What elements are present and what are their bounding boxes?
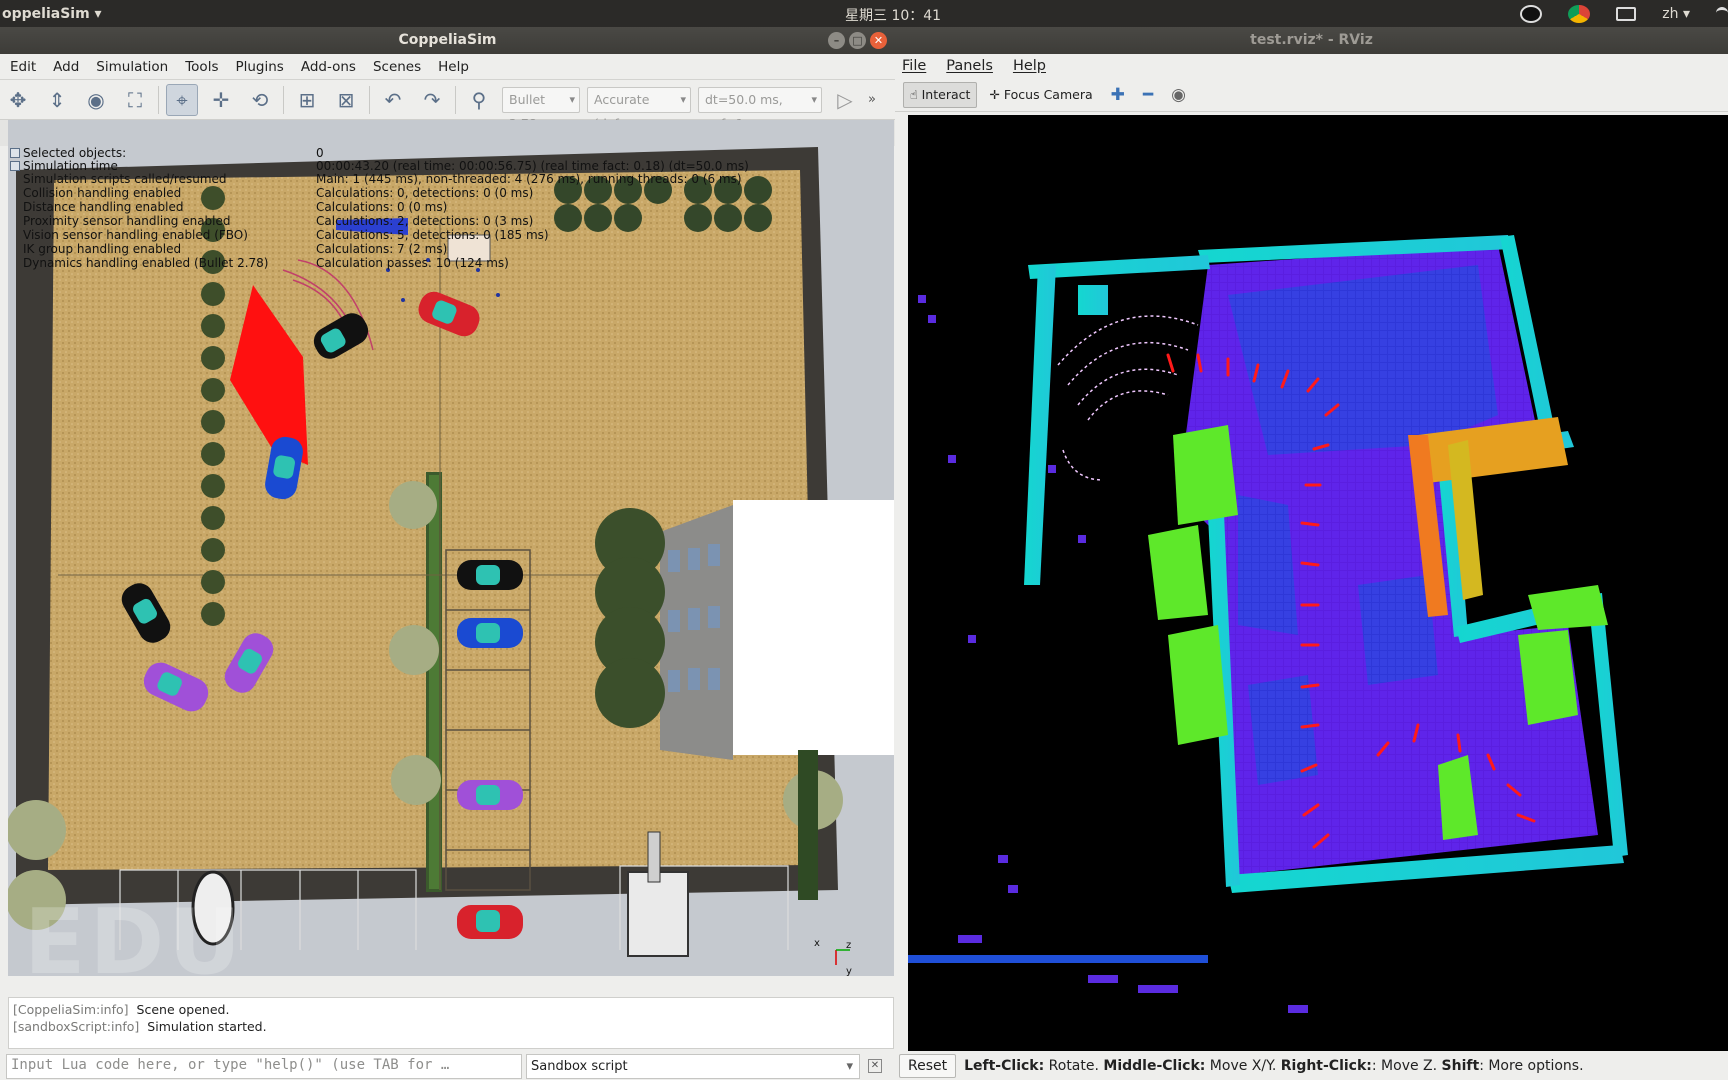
menu-help[interactable]: Help — [438, 59, 469, 75]
clock[interactable]: 星期三 10：41 — [845, 5, 941, 25]
coppeliasim-titlebar[interactable]: CoppeliaSim – □ ✕ — [0, 27, 895, 54]
menu-tools[interactable]: Tools — [185, 59, 218, 75]
reset-button[interactable]: Reset — [899, 1054, 957, 1078]
remove-tool-icon[interactable]: ━ — [1137, 82, 1159, 108]
add-tool-icon[interactable]: ✚ — [1105, 82, 1131, 108]
console-line: [sandboxScript:info] Simulation started. — [13, 1019, 267, 1034]
menu-plugins[interactable]: Plugins — [235, 59, 283, 75]
toolbar-overflow[interactable]: » — [868, 92, 876, 107]
rviz-window: test.rviz* - RViz File Panels Help ☝ Inte… — [895, 27, 1728, 1080]
menu-file[interactable]: File — [902, 58, 926, 74]
input-method[interactable]: zh ▾ — [1662, 6, 1690, 22]
object-shift-icon[interactable]: ✛ — [205, 84, 237, 116]
toolbar-separator — [369, 85, 370, 114]
coppelia-toolbar: ✥ ⇕ ◉ ⛶ ⌖ ✛ ⟲ ⊞ ⊠ ↶ ↷ ⚲ Bullet 2.78 Accu… — [0, 80, 895, 131]
play-icon[interactable]: ▷ — [829, 84, 861, 116]
app-menu[interactable]: oppeliaSim ▾ — [0, 6, 102, 22]
axis-x-label: x — [814, 938, 820, 949]
expand-toggle[interactable] — [10, 161, 20, 171]
rviz-titlebar[interactable]: test.rviz* - RViz — [895, 27, 1728, 54]
rviz-menubar: File Panels Help — [895, 54, 1728, 78]
rviz-3d-view[interactable] — [908, 115, 1728, 1051]
dynamics-icon[interactable]: ⚲ — [463, 84, 495, 116]
camera-rotate-icon[interactable]: ⇕ — [41, 84, 73, 116]
coppelia-menubar: Edit Add Simulation Tools Plugins Add-on… — [0, 54, 895, 80]
toolbar-separator — [283, 85, 284, 114]
obs-tray-icon[interactable] — [1520, 4, 1543, 23]
fit-to-view-icon[interactable]: ⛶ — [119, 84, 151, 116]
axis-y-label: y — [846, 966, 852, 976]
tray-indicators: zh ▾ — [1520, 0, 1728, 27]
interact-button[interactable]: ☝ Interact — [903, 81, 978, 108]
toolbar-separator — [455, 85, 456, 114]
camera-pan-icon[interactable]: ✥ — [2, 84, 34, 116]
pointer-icon: ☝ — [910, 87, 918, 102]
chrome-tray-icon[interactable] — [1568, 4, 1591, 23]
scene-viewport[interactable]: x z y EDU Selected objects: 0 Simulation … — [8, 120, 894, 976]
close-button[interactable]: ✕ — [870, 32, 887, 49]
script-select[interactable]: Sandbox script — [526, 1053, 860, 1079]
rviz-status-bar: Reset Left-Click: Rotate. Middle-Click: … — [895, 1052, 1728, 1080]
assemble-icon[interactable]: ⊞ — [291, 84, 323, 116]
status-console[interactable]: [CoppeliaSim:info] Scene opened. [sandbox… — [8, 997, 894, 1049]
timestep-select[interactable]: dt=50.0 ms, ppf=1 — [698, 86, 822, 131]
expand-toggle[interactable] — [10, 148, 20, 158]
maximize-button[interactable]: □ — [849, 32, 866, 49]
menu-simulation[interactable]: Simulation — [96, 59, 168, 75]
edu-watermark: EDU — [24, 890, 246, 976]
redo-icon[interactable]: ↷ — [416, 84, 448, 116]
system-top-bar: oppeliaSim ▾ 星期三 10：41 zh ▾ — [0, 0, 1728, 27]
object-rotate-icon[interactable]: ⟲ — [244, 84, 276, 116]
menu-add[interactable]: Add — [53, 59, 79, 75]
crosshair-icon: ✛ — [989, 87, 1000, 102]
menu-help[interactable]: Help — [1013, 58, 1046, 74]
click-select-icon[interactable]: ⌖ — [166, 83, 198, 116]
accuracy-select[interactable]: Accurate (defau — [587, 86, 691, 131]
lua-command-input[interactable]: Input Lua code here, or type "help()" (u… — [6, 1053, 522, 1079]
engine-select[interactable]: Bullet 2.78 — [502, 86, 580, 131]
toolbar-separator — [158, 85, 159, 114]
lua-command-bar: Input Lua code here, or type "help()" (u… — [0, 1052, 895, 1080]
camera-shift-icon[interactable]: ◉ — [80, 84, 112, 116]
transfer-dna-icon[interactable]: ⊠ — [330, 84, 362, 116]
menu-edit[interactable]: Edit — [10, 59, 36, 75]
window-title: CoppeliaSim — [398, 32, 497, 48]
camera-view-icon[interactable]: ◉ — [1165, 82, 1192, 108]
menu-addons[interactable]: Add-ons — [301, 59, 356, 75]
menu-scenes[interactable]: Scenes — [373, 59, 421, 75]
undo-icon[interactable]: ↶ — [377, 84, 409, 116]
minimize-button[interactable]: – — [828, 32, 845, 49]
wifi-icon[interactable] — [1716, 6, 1728, 21]
rviz-toolbar: ☝ Interact ✛ Focus Camera ✚ ━ ◉ — [895, 78, 1728, 112]
clear-icon[interactable]: ✕ — [868, 1059, 882, 1073]
keyboard-icon[interactable] — [1616, 6, 1637, 21]
console-line: [CoppeliaSim:info] Scene opened. — [13, 1002, 230, 1017]
focus-camera-button[interactable]: ✛ Focus Camera — [983, 82, 1098, 108]
octomap-render — [908, 115, 1728, 1051]
help-text: Left-Click: Rotate. Middle-Click: Move X… — [964, 1058, 1584, 1074]
menu-panels[interactable]: Panels — [946, 58, 993, 74]
